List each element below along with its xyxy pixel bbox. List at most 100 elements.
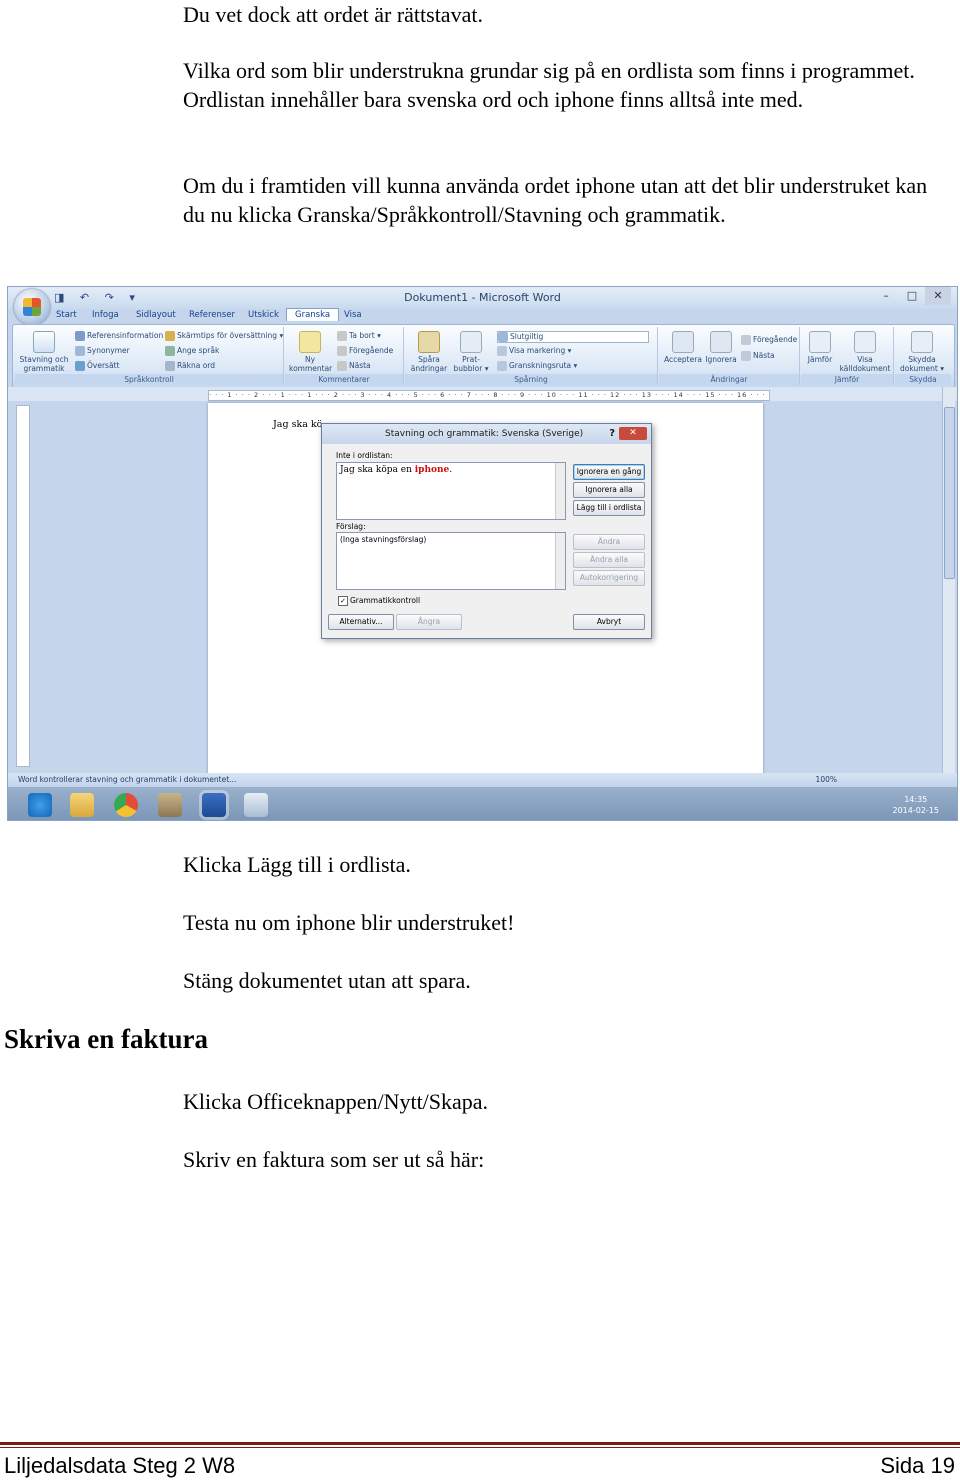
word-count-button[interactable]: Räkna ord [165, 361, 215, 371]
ribbon-tabs: Start Infoga Sidlayout Referenser Utskic… [8, 308, 957, 325]
dialog-close-button[interactable]: ✕ [619, 427, 647, 440]
horizontal-ruler[interactable]: · · · 1 · · · 2 · · · 1 · · · 1 · · · 2 … [208, 390, 770, 401]
tab-granska[interactable]: Granska [286, 308, 340, 321]
document-text: Jag ska kö [273, 419, 323, 430]
group-label: Jämför [801, 374, 893, 385]
file-explorer-icon[interactable] [70, 793, 94, 817]
change-all-button[interactable]: Ändra alla [573, 552, 645, 568]
chrome-icon[interactable] [114, 793, 138, 817]
dialog-title: Stavning och grammatik: Svenska (Sverige… [385, 429, 584, 439]
tab-referenser[interactable]: Referenser [189, 310, 235, 320]
grammar-check-label: Grammatikkontroll [350, 596, 421, 605]
snipping-tool-icon[interactable] [244, 793, 268, 817]
cancel-button[interactable]: Avbryt [573, 614, 645, 630]
sentence-scrollbar[interactable] [555, 463, 565, 519]
vertical-scrollbar[interactable] [942, 387, 955, 773]
tab-utskick[interactable]: Utskick [248, 310, 279, 320]
synonyms-button[interactable]: Synonymer [75, 346, 130, 356]
new-comment-button[interactable]: Ny kommentar [289, 331, 332, 373]
suggestions-value: (Inga stavningsförslag) [340, 535, 427, 544]
tab-start[interactable]: Start [56, 310, 77, 320]
reject-button[interactable]: Ignorera [703, 331, 739, 364]
windows-taskbar: 14:35 2014-02-15 [8, 787, 957, 820]
set-language-button[interactable]: Ange språk [165, 346, 219, 356]
scroll-thumb[interactable] [944, 407, 955, 579]
reference-info-button[interactable]: Referensinformation [75, 331, 163, 341]
balloons-button[interactable]: Prat- bubblor ▾ [451, 331, 491, 373]
word-icon[interactable] [202, 793, 226, 817]
ignore-all-button[interactable]: Ignorera alla [573, 482, 645, 498]
group-skydda: Skydda dokument ▾ Skydda [895, 327, 951, 385]
next-change-button[interactable]: Nästa [741, 351, 775, 361]
translate-icon [75, 361, 85, 371]
group-jamfor: Jämför Visa källdokument ▾ Jämför [801, 327, 894, 385]
system-clock[interactable]: 14:35 2014-02-15 [893, 794, 940, 816]
paragraph-instruktion: Om du i framtiden vill kunna använda ord… [183, 173, 928, 227]
group-label: Ändringar [659, 374, 799, 385]
section-heading: Skriva en faktura [4, 1024, 209, 1054]
show-markup-button[interactable]: Visa markering ▾ [497, 346, 571, 356]
language-icon [165, 346, 175, 356]
spelling-dialog: Stavning och grammatik: Svenska (Sverige… [321, 423, 652, 639]
options-button[interactable]: Alternativ... [328, 614, 394, 630]
tooltip-icon [165, 331, 175, 341]
zoom-level[interactable]: 100% [816, 775, 837, 784]
translate-button[interactable]: Översätt [75, 361, 119, 371]
translation-tips-button[interactable]: Skärmtips för översättning ▾ [165, 331, 283, 341]
undo-button[interactable]: Ångra [396, 614, 462, 630]
ignore-once-button[interactable]: Ignorera en gång [573, 464, 645, 480]
autocorrect-button[interactable]: Autokorrigering [573, 570, 645, 586]
add-to-dictionary-button[interactable]: Lägg till i ordlista [573, 500, 645, 516]
help-button[interactable]: ? [609, 424, 615, 444]
group-sparning: Spåra ändringar ▾ Prat- bubblor ▾ Slutgi… [405, 327, 658, 385]
title-bar: ◨ ↶ ↷ ▾ Dokument1 - Microsoft Word – □ ✕ [8, 287, 957, 309]
suggestions-scrollbar[interactable] [555, 533, 565, 589]
tab-sidlayout[interactable]: Sidlayout [136, 310, 176, 320]
ribbon: Stavning och grammatik Referensinformati… [12, 324, 955, 388]
vertical-ruler[interactable] [16, 405, 30, 767]
minimize-button[interactable]: – [873, 287, 899, 305]
synonym-icon [75, 346, 85, 356]
tab-visa[interactable]: Visa [344, 310, 362, 320]
suggestions-label: Förslag: [336, 522, 366, 531]
close-button[interactable]: ✕ [925, 287, 951, 305]
paragraph-rattstavat: Du vet dock att ordet är rättstavat. [183, 2, 483, 27]
status-bar: Word kontrollerar stavning och grammatik… [8, 773, 957, 787]
not-in-dictionary-label: Inte i ordlistan: [336, 451, 393, 460]
paint-icon[interactable] [158, 793, 182, 817]
previous-change-button[interactable]: Föregående [741, 335, 797, 345]
group-sprakkontroll: Stavning och grammatik Referensinformati… [15, 327, 284, 385]
word-screenshot: ◨ ↶ ↷ ▾ Dokument1 - Microsoft Word – □ ✕… [7, 286, 958, 821]
accept-button[interactable]: Acceptera [663, 331, 703, 364]
paragraph-ordlista: Vilka ord som blir understrukna grundar … [183, 58, 915, 112]
suggestions-box[interactable]: (Inga stavningsförslag) [336, 532, 566, 590]
protect-document-button[interactable]: Skydda dokument ▾ [897, 331, 947, 373]
display-icon [498, 332, 508, 342]
paragraph-stang: Stäng dokumentet utan att spara. [183, 968, 471, 993]
tab-infoga[interactable]: Infoga [92, 310, 119, 320]
delete-icon [337, 331, 347, 341]
book-icon [75, 331, 85, 341]
compare-button[interactable]: Jämför [803, 331, 837, 364]
window-title: Dokument1 - Microsoft Word [404, 291, 561, 304]
sentence-text: Jag ska köpa en iphone. [340, 465, 453, 475]
status-text: Word kontrollerar stavning och grammatik… [18, 775, 237, 784]
display-mode-select[interactable]: Slutgiltig [497, 331, 649, 343]
next-comment-button[interactable]: Nästa [337, 361, 371, 371]
not-in-dictionary-box[interactable]: Jag ska köpa en iphone. [336, 462, 566, 520]
delete-comment-button[interactable]: Ta bort ▾ [337, 331, 381, 341]
footer-title: Liljedalsdata Steg 2 W8 [4, 1453, 236, 1478]
change-button[interactable]: Ändra [573, 534, 645, 550]
footer-rule [0, 1442, 960, 1445]
review-pane-button[interactable]: Granskningsruta ▾ [497, 361, 577, 371]
internet-explorer-icon[interactable] [28, 793, 52, 817]
paragraph-testa: Testa nu om iphone blir understruket! [183, 910, 515, 935]
maximize-button[interactable]: □ [899, 287, 925, 305]
previous-comment-button[interactable]: Föregående [337, 346, 393, 356]
comment-icon [299, 331, 321, 353]
page-number: Sida 19 [880, 1453, 955, 1478]
grammar-checkbox[interactable]: ✓ [338, 596, 348, 606]
spelling-grammar-button[interactable]: Stavning och grammatik [19, 331, 69, 373]
compare-icon [809, 331, 831, 353]
source-doc-icon [854, 331, 876, 353]
